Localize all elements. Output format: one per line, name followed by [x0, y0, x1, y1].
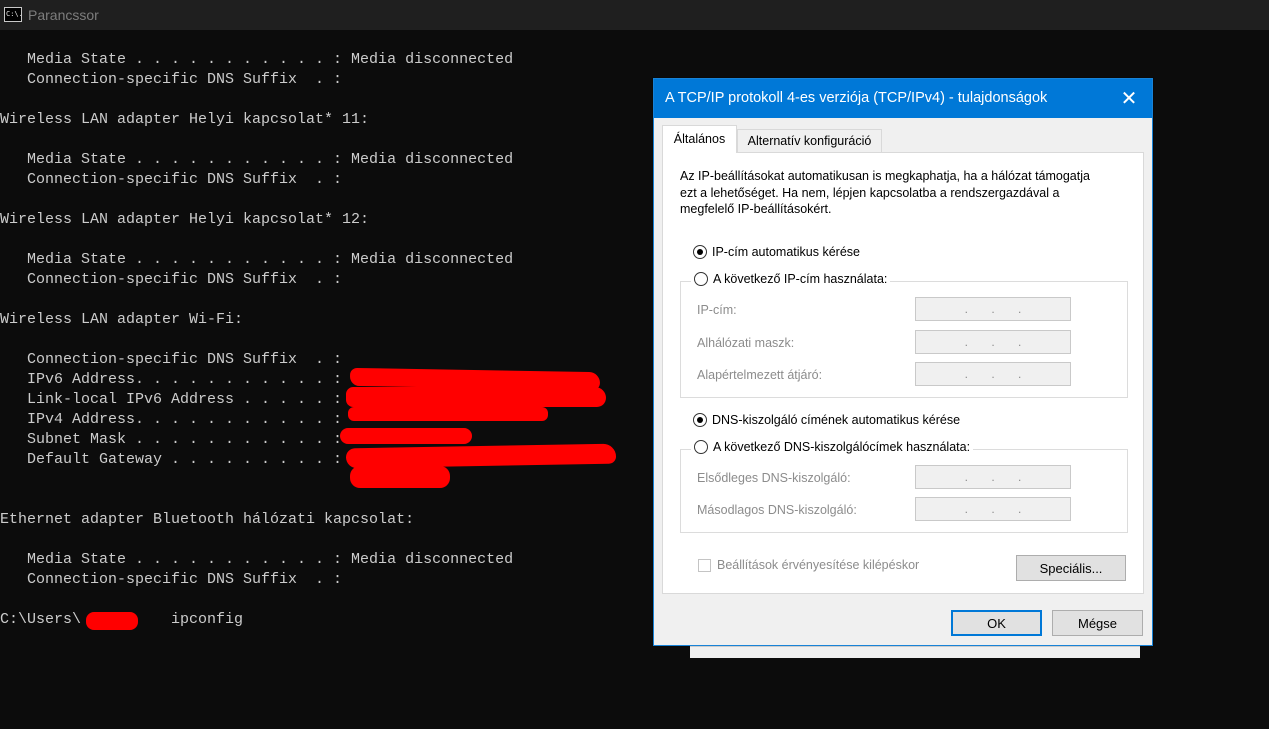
- console-line: Wireless LAN adapter Wi-Fi:: [0, 311, 244, 328]
- console-line: Connection-specific DNS Suffix . :: [0, 271, 343, 288]
- redaction-mark: [350, 466, 450, 488]
- console-line: Default Gateway . . . . . . . . . :: [0, 451, 343, 468]
- radio-ip-auto-label: IP-cím automatikus kérése: [712, 245, 860, 259]
- alternate-dns-field: . . .: [915, 497, 1071, 521]
- command-prompt-icon: C:\.: [4, 7, 22, 22]
- dialog-titlebar[interactable]: A TCP/IP protokoll 4-es verziója (TCP/IP…: [654, 79, 1152, 118]
- preferred-dns-field: . . .: [915, 465, 1071, 489]
- console-line: Connection-specific DNS Suffix . :: [0, 71, 343, 88]
- redaction-mark: [346, 387, 606, 407]
- checkbox-box: [698, 558, 711, 572]
- console-line: Ethernet adapter Bluetooth hálózati kapc…: [0, 511, 415, 528]
- tab-general[interactable]: Általános: [662, 125, 737, 153]
- default-gateway-value: . . .: [964, 367, 1022, 381]
- alternate-dns-label: Másodlagos DNS-kiszolgáló:: [697, 503, 857, 517]
- background-window-edge: [690, 645, 1140, 658]
- redaction-mark: [345, 443, 617, 469]
- console-line: Connection-specific DNS Suffix . :: [0, 351, 343, 368]
- console-line: Connection-specific DNS Suffix . :: [0, 171, 343, 188]
- console-line: Media State . . . . . . . . . . . : Medi…: [0, 551, 514, 568]
- radio-dns-auto-label: DNS-kiszolgáló címének automatikus kérés…: [712, 413, 961, 427]
- general-tab-panel: Az IP-beállításokat automatikusan is meg…: [662, 152, 1144, 594]
- advanced-button[interactable]: Speciális...: [1016, 555, 1126, 581]
- ok-button[interactable]: OK: [951, 610, 1042, 636]
- radio-ip-auto[interactable]: IP-cím automatikus kérése: [693, 245, 860, 259]
- subnet-mask-value: . . .: [964, 335, 1022, 349]
- validate-on-exit-checkbox: Beállítások érvényesítése kilépéskor: [698, 558, 919, 572]
- ip-address-field: . . .: [915, 297, 1071, 321]
- tcpipv4-properties-dialog: A TCP/IP protokoll 4-es verziója (TCP/IP…: [653, 78, 1153, 646]
- close-button[interactable]: ✕: [1106, 79, 1152, 118]
- radio-checked-icon: [693, 413, 707, 427]
- radio-checked-icon: [693, 245, 707, 259]
- radio-dns-auto[interactable]: DNS-kiszolgáló címének automatikus kérés…: [693, 413, 960, 427]
- ip-address-label: IP-cím:: [697, 303, 737, 317]
- console-line: IPv4 Address. . . . . . . . . . . :: [0, 411, 343, 428]
- tab-alternate-configuration[interactable]: Alternatív konfiguráció: [737, 129, 882, 153]
- default-gateway-label: Alapértelmezett átjáró:: [697, 368, 823, 382]
- console-line: IPv6 Address. . . . . . . . . . . :: [0, 371, 343, 388]
- radio-dns-manual[interactable]: A következő DNS-kiszolgálócímek használa…: [691, 440, 974, 454]
- console-line: Wireless LAN adapter Helyi kapcsolat* 12…: [0, 211, 370, 228]
- redaction-mark: [86, 612, 138, 630]
- subnet-mask-field: . . .: [915, 330, 1071, 354]
- radio-dns-manual-label: A következő DNS-kiszolgálócímek használa…: [713, 440, 971, 454]
- console-line: Media State . . . . . . . . . . . : Medi…: [0, 151, 514, 168]
- console-line: Connection-specific DNS Suffix . :: [0, 571, 343, 588]
- console-line: Wireless LAN adapter Helyi kapcsolat* 11…: [0, 111, 370, 128]
- dialog-title: A TCP/IP protokoll 4-es verziója (TCP/IP…: [665, 90, 1048, 106]
- preferred-dns-label: Elsődleges DNS-kiszolgáló:: [697, 471, 851, 485]
- console-line: Media State . . . . . . . . . . . : Medi…: [0, 51, 514, 68]
- console-title: Parancssor: [28, 7, 99, 23]
- close-icon: ✕: [1120, 88, 1138, 110]
- radio-ip-manual-label: A következő IP-cím használata:: [713, 272, 888, 286]
- cancel-button[interactable]: Mégse: [1052, 610, 1143, 636]
- redaction-mark: [340, 428, 472, 444]
- description-text: Az IP-beállításokat automatikusan is meg…: [680, 169, 1090, 216]
- console-line: Media State . . . . . . . . . . . : Medi…: [0, 251, 514, 268]
- validate-on-exit-label: Beállítások érvényesítése kilépéskor: [717, 558, 920, 572]
- console-titlebar: C:\. Parancssor: [0, 0, 1269, 30]
- redaction-mark: [348, 407, 548, 421]
- alternate-dns-value: . . .: [964, 502, 1022, 516]
- subnet-mask-label: Alhálózati maszk:: [697, 336, 795, 350]
- console-line: Link-local IPv6 Address . . . . . :: [0, 391, 343, 408]
- default-gateway-field: . . .: [915, 362, 1071, 386]
- console-line: Subnet Mask . . . . . . . . . . . :: [0, 431, 343, 448]
- radio-ip-manual[interactable]: A következő IP-cím használata:: [691, 272, 891, 286]
- radio-unchecked-icon: [694, 272, 708, 286]
- preferred-dns-value: . . .: [964, 470, 1022, 484]
- radio-unchecked-icon: [694, 440, 708, 454]
- ip-address-value: . . .: [964, 302, 1022, 316]
